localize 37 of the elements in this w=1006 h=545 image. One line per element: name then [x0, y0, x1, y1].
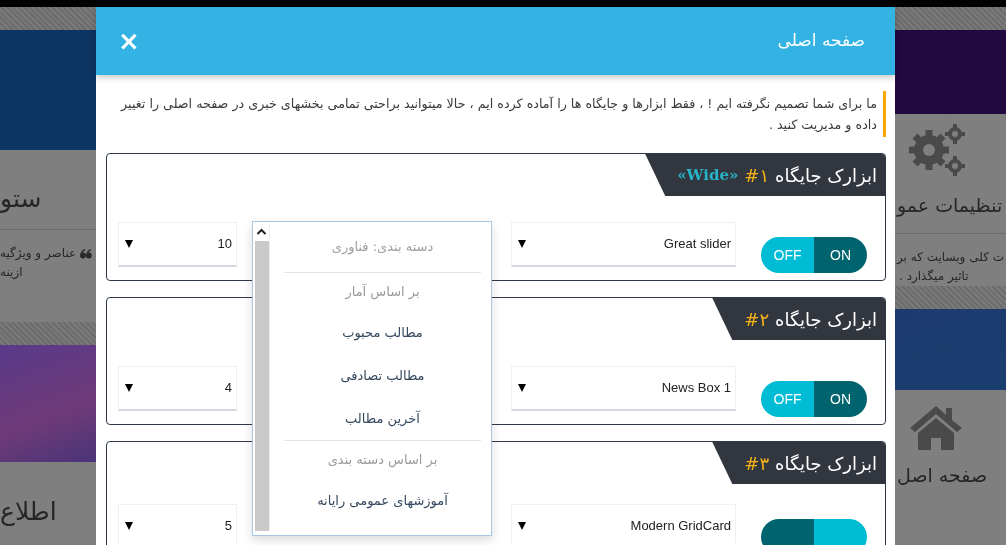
modal-title: صفحه اصلی: [777, 29, 865, 53]
panel-title: ابزارک جایگاه: [775, 163, 877, 189]
count-select[interactable]: 10: [118, 222, 237, 267]
card-heading: تنظیمات عمو: [895, 193, 1004, 215]
caret-icon: [518, 384, 526, 392]
quote-icon: [80, 248, 92, 259]
dropdown-option[interactable]: مطالب تصادفی: [284, 354, 481, 397]
caret-icon: [518, 240, 526, 248]
count-select[interactable]: 4: [118, 366, 237, 411]
option-group-label: بر اساس آمار: [344, 282, 421, 302]
on-off-switch[interactable]: [761, 519, 867, 545]
dropdown-option[interactable]: آموزشهای عمومی رایانه: [284, 479, 481, 522]
layout-tag: «Wide»: [677, 163, 739, 187]
panel-title: ابزارک جایگاه: [775, 451, 877, 477]
card-text: ازینه: [0, 264, 23, 282]
intro-text: ما برای شما تصمیم نگرفته ایم ! ، فقط ابزارها و جایگاه ها را آماده کرده ایم ، حالا میتوانید براحتی تمامی بخشهای خبری در صفحه اصلی را تغییر داده و مدیریت کنید .: [106, 91, 886, 137]
caret-icon: [518, 522, 526, 530]
dropdown-option[interactable]: مطالب محبوب: [284, 311, 481, 354]
count-select[interactable]: 5: [118, 504, 237, 545]
card-text: عناصر و ویژگیه: [0, 245, 77, 262]
widget-select[interactable]: News Box 1: [511, 366, 736, 411]
card-heading: صفحه اصل: [896, 464, 989, 485]
card-text: ت کلی وبسایت که بر: [897, 249, 1004, 267]
dropdown-selected-text: دسته بندی: فناوری: [330, 238, 435, 257]
card-text: تاثیر میگذارد .: [899, 268, 969, 285]
option-group-label: بر اساس دسته بندی: [326, 451, 439, 470]
caret-icon: [125, 522, 133, 530]
caret-icon: [125, 384, 133, 392]
panel-title: ابزارک جایگاه: [775, 307, 877, 333]
slot-number: #۱: [744, 163, 770, 188]
card-heading: اطلاع: [0, 496, 58, 524]
widget-select[interactable]: Modern GridCard: [511, 504, 736, 545]
widget-select[interactable]: Great slider: [511, 222, 736, 267]
dropdown-option[interactable]: آخرین مطالب: [284, 397, 481, 440]
caret-icon: [125, 240, 133, 248]
slot-number: #۲: [744, 307, 770, 332]
slot-number: #۳: [744, 451, 770, 476]
